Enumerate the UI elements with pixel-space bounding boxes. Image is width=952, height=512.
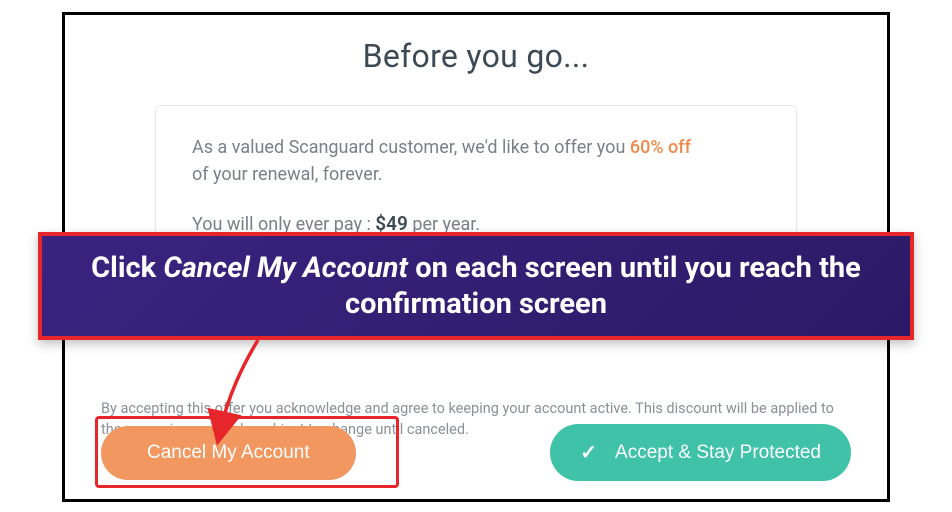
page-title: Before you go... [65,37,887,75]
cancel-button[interactable]: Cancel My Account [101,426,356,480]
cancel-button-label: Cancel My Account [147,442,310,464]
annotation-banner: Click Cancel My Account on each screen u… [38,232,914,340]
annotation-em: Cancel My Account [163,251,408,285]
accept-button[interactable]: ✓ Accept & Stay Protected [550,424,851,481]
annotation-before: Click [91,251,163,285]
check-icon: ✓ [580,440,597,465]
discount-highlight: 60% off [630,137,691,158]
annotation-after: on each screen until you reach the confi… [345,251,861,321]
button-row: Cancel My Account ✓ Accept & Stay Protec… [101,424,851,481]
offer-line2: of your renewal, forever. [192,164,383,185]
offer-text: As a valued Scanguard customer, we'd lik… [192,134,760,188]
annotation-text: Click Cancel My Account on each screen u… [70,250,882,323]
accept-button-label: Accept & Stay Protected [615,442,821,464]
offer-prefix: As a valued Scanguard customer, we'd lik… [192,137,630,158]
